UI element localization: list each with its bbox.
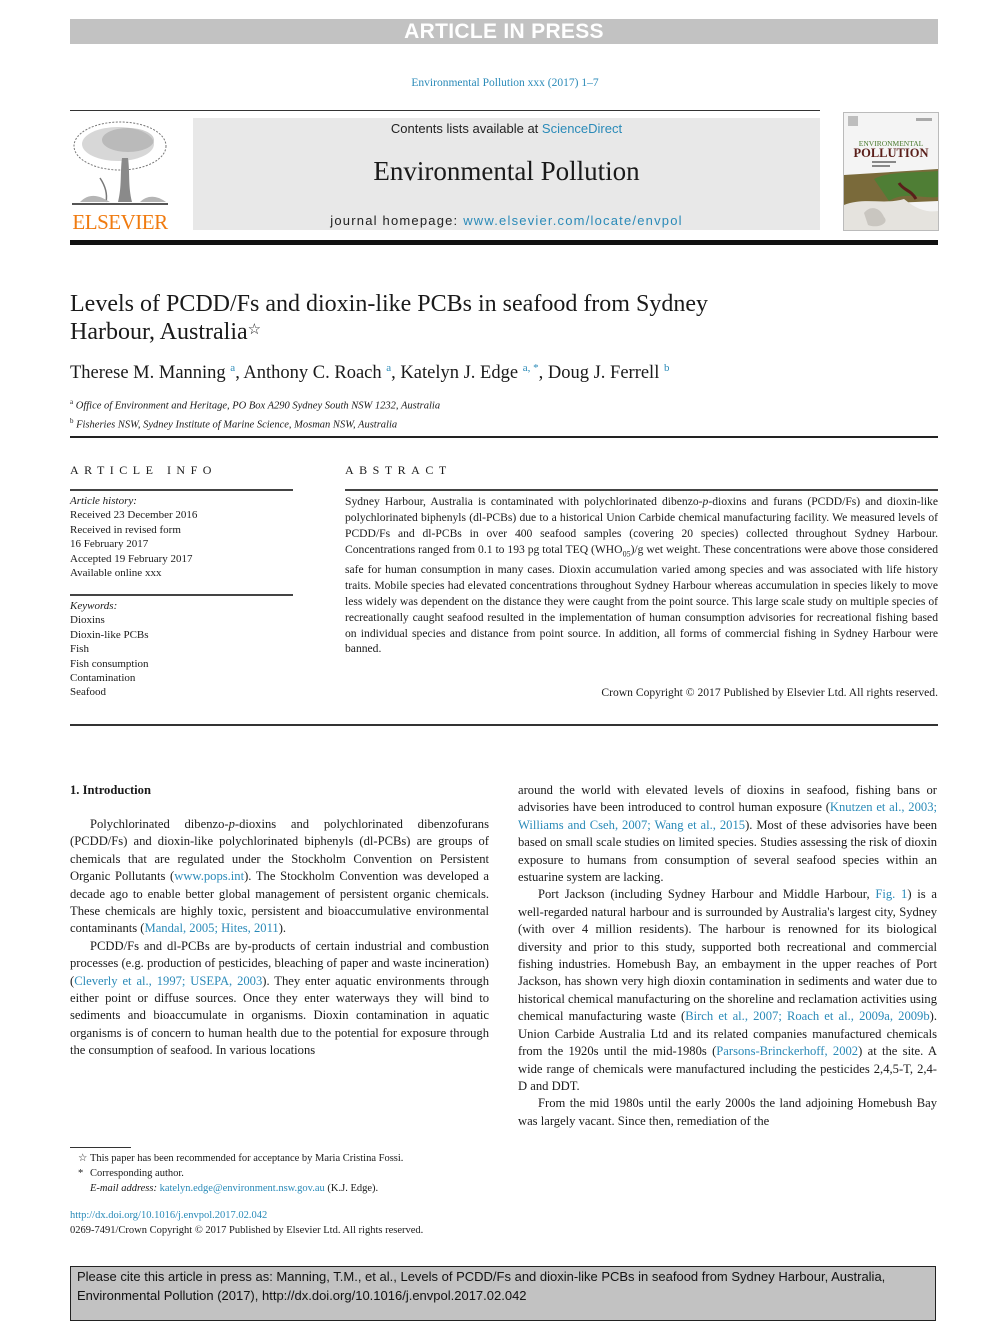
- history-item: Accepted 19 February 2017: [70, 552, 193, 565]
- author-affiliation-mark[interactable]: a, *: [523, 362, 539, 374]
- history-label: Article history:: [70, 495, 137, 507]
- abstract-text: Sydney Harbour, Australia is contaminate…: [345, 494, 938, 657]
- footnote-email: E-mail address: katelyn.edge@environment…: [70, 1181, 500, 1196]
- footnote-item: * Corresponding author.: [70, 1166, 500, 1181]
- text-segment: Port Jackson (including Sydney Harbour a…: [538, 887, 876, 902]
- footnote-asterisk-icon: *: [78, 1168, 84, 1179]
- journal-cover-image: [844, 113, 938, 230]
- abstract-segment: )/g wet weight. These concentrations wer…: [345, 542, 938, 656]
- doi-link[interactable]: http://dx.doi.org/10.1016/j.envpol.2017.…: [70, 1210, 267, 1221]
- keyword-item: Dioxin-like PCBs: [70, 628, 149, 641]
- figure-link[interactable]: Fig. 1: [875, 887, 907, 901]
- sciencedirect-link[interactable]: ScienceDirect: [542, 121, 622, 136]
- email-label: E-mail address:: [90, 1183, 160, 1194]
- homepage-prefix: journal homepage:: [330, 213, 464, 228]
- elsevier-logo[interactable]: ELSEVIER: [70, 118, 170, 234]
- author-name[interactable]: Anthony C. Roach: [243, 363, 381, 383]
- pops-link[interactable]: www.pops.int: [174, 869, 244, 883]
- elsevier-wordmark: ELSEVIER: [72, 210, 168, 234]
- history-item: Available online xxx: [70, 567, 162, 580]
- history-item: Received 23 December 2016: [70, 509, 198, 522]
- author-affiliation-mark[interactable]: b: [664, 362, 670, 374]
- affiliation-item: b Fisheries NSW, Sydney Institute of Mar…: [70, 414, 930, 433]
- keyword-item: Fish: [70, 643, 89, 656]
- paragraph: around the world with elevated levels of…: [518, 782, 937, 886]
- paragraph: Port Jackson (including Sydney Harbour a…: [518, 886, 937, 1095]
- citation-link[interactable]: Mandal, 2005; Hites, 2011: [145, 921, 279, 935]
- journal-homepage-link[interactable]: www.elsevier.com/locate/envpol: [463, 213, 683, 228]
- body-column-right: around the world with elevated levels of…: [518, 782, 937, 1130]
- author-name[interactable]: Doug J. Ferrell: [548, 363, 660, 383]
- text-segment: ) is a well-regarded natural harbour and…: [518, 887, 937, 1024]
- history-item: Received in revised form: [70, 523, 181, 536]
- elsevier-tree-icon: [72, 121, 168, 205]
- journal-header-box: Contents lists available at ScienceDirec…: [193, 118, 820, 230]
- author-affiliation-mark[interactable]: a: [386, 362, 391, 374]
- abstract-copyright: Crown Copyright © 2017 Published by Else…: [601, 686, 938, 699]
- article-title: Levels of PCDD/Fs and dioxin-like PCBs i…: [70, 290, 790, 346]
- email-suffix: (K.J. Edge).: [324, 1183, 379, 1194]
- citation-link[interactable]: Cleverly et al., 1997; USEPA, 2003: [74, 974, 262, 988]
- paragraph: Polychlorinated dibenzo-p-dioxins and po…: [70, 816, 489, 938]
- footnotes: ☆ This paper has been recommended for acc…: [70, 1151, 500, 1196]
- abstract-segment: Sydney Harbour, Australia is contaminate…: [345, 495, 703, 508]
- divider: [70, 436, 938, 438]
- affiliation-text: Office of Environment and Heritage, PO B…: [75, 400, 441, 412]
- footnote-item: ☆ This paper has been recommended for acc…: [70, 1151, 500, 1166]
- author-name[interactable]: Therese M. Manning: [70, 363, 226, 383]
- article-info-heading: ARTICLE INFO: [70, 463, 217, 477]
- divider: [70, 724, 938, 726]
- abstract-subscript: 05: [622, 549, 631, 559]
- footnote-text: This paper has been recommended for acce…: [90, 1153, 404, 1164]
- text-segment: ).: [278, 921, 287, 936]
- keyword-item: Contamination: [70, 672, 136, 685]
- abstract-heading: ABSTRACT: [345, 463, 452, 477]
- paragraph: PCDD/Fs and dl-PCBs are by-products of c…: [70, 938, 489, 1060]
- affiliations: a Office of Environment and Heritage, PO…: [70, 395, 930, 432]
- journal-name: Environmental Pollution: [373, 156, 640, 186]
- text-segment: Polychlorinated dibenzo-: [90, 817, 229, 831]
- journal-reference-link[interactable]: Environmental Pollution xxx (2017) 1–7: [0, 77, 992, 89]
- article-history: Article history: Received 23 December 20…: [70, 494, 300, 580]
- history-item: 16 February 2017: [70, 538, 149, 551]
- footnote-star-icon: ☆: [78, 1153, 88, 1164]
- citation-box: Please cite this article in press as: Ma…: [70, 1266, 936, 1321]
- citation-link[interactable]: Parsons-Brinckerhoff, 2002: [716, 1044, 858, 1058]
- divider: [70, 594, 293, 596]
- affiliation-mark: a: [70, 398, 74, 406]
- affiliation-mark: b: [70, 416, 74, 425]
- affiliation-item: a Office of Environment and Heritage, PO…: [70, 395, 930, 414]
- keyword-item: Seafood: [70, 686, 107, 699]
- issn-copyright: 0269-7491/Crown Copyright © 2017 Publish…: [70, 1225, 424, 1236]
- contents-prefix: Contents lists available at: [390, 121, 542, 136]
- author-list: Therese M. Manning a, Anthony C. Roach a…: [70, 362, 670, 384]
- citation-link[interactable]: Birch et al., 2007; Roach et al., 2009a,…: [685, 1009, 929, 1023]
- divider: [70, 489, 293, 491]
- paragraph: From the mid 1980s until the early 2000s…: [518, 1096, 937, 1128]
- journal-cover-thumbnail[interactable]: ENVIRONMENTAL POLLUTION: [843, 112, 939, 231]
- body-column-left: Polychlorinated dibenzo-p-dioxins and po…: [70, 816, 489, 1060]
- cover-title-line2: POLLUTION: [853, 146, 929, 160]
- keyword-item: Dioxins: [70, 614, 105, 627]
- header-bottom-rule: [70, 240, 938, 245]
- keywords-label: Keywords:: [70, 600, 118, 612]
- homepage-line: journal homepage: www.elsevier.com/locat…: [193, 213, 820, 228]
- contents-line: Contents lists available at ScienceDirec…: [193, 121, 820, 136]
- keywords: Keywords: Dioxins Dioxin-like PCBs Fish …: [70, 599, 300, 700]
- section-heading-introduction: 1. Introduction: [70, 783, 151, 797]
- footnote-rule: [70, 1147, 131, 1148]
- article-title-text: Levels of PCDD/Fs and dioxin-like PCBs i…: [70, 291, 708, 345]
- article-in-press-banner: ARTICLE IN PRESS: [70, 19, 938, 44]
- email-link[interactable]: katelyn.edge@environment.nsw.gov.au: [160, 1183, 325, 1194]
- affiliation-text: Fisheries NSW, Sydney Institute of Marin…: [76, 419, 398, 430]
- header-top-rule: [70, 110, 820, 111]
- divider: [345, 489, 938, 491]
- title-footnote-star-icon[interactable]: ☆: [248, 322, 261, 338]
- author-affiliation-mark[interactable]: a: [230, 362, 235, 374]
- keyword-item: Fish consumption: [70, 657, 149, 670]
- footnote-text: Corresponding author.: [90, 1168, 184, 1179]
- author-name[interactable]: Katelyn J. Edge: [400, 363, 518, 383]
